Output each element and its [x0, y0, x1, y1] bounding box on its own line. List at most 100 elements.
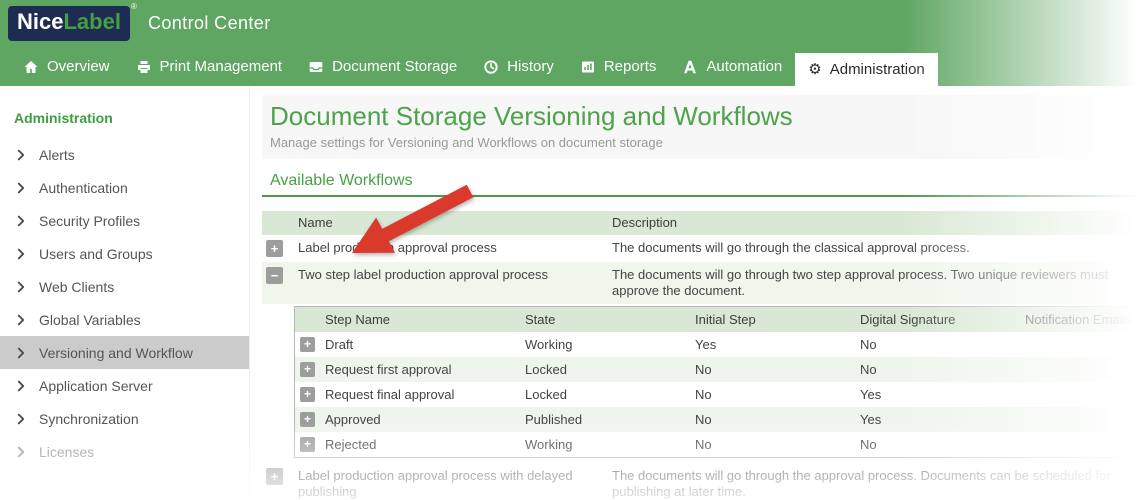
page-title: Document Storage Versioning and Workflow…: [270, 102, 1137, 132]
inbox-icon: [308, 59, 324, 75]
nav-item-automation[interactable]: Automation: [669, 47, 795, 86]
sidebar-title: Administration: [0, 104, 249, 138]
nav-item-history[interactable]: History: [470, 47, 567, 86]
chevron-right-icon: [14, 313, 28, 327]
nav-item-label: History: [507, 58, 554, 75]
automation-a-icon: [682, 59, 698, 75]
chevron-right-icon: [14, 214, 28, 228]
step-row: + Approved Published No Yes: [295, 407, 1136, 432]
sidebar-item-licenses[interactable]: Licenses: [0, 435, 249, 468]
description-column-header: Description: [612, 215, 1137, 230]
step-signature: No: [860, 337, 1025, 352]
clock-icon: [483, 59, 499, 75]
chevron-right-icon: [14, 148, 28, 162]
workflow-description: The documents will go through two step a…: [612, 267, 1137, 299]
collapse-icon[interactable]: −: [266, 267, 283, 284]
sidebar-item-label: Web Clients: [39, 279, 114, 295]
table-row-expanded: − Two step label production approval pro…: [262, 262, 1137, 304]
app-title: Control Center: [148, 13, 271, 34]
nav-item-label: Overview: [47, 58, 110, 75]
step-signature: No: [860, 362, 1025, 377]
gears-icon: ⚙: [808, 62, 821, 77]
sidebar-item-authentication[interactable]: Authentication: [0, 171, 249, 204]
step-signature: No: [860, 437, 1025, 452]
sidebar-item-alerts[interactable]: Alerts: [0, 138, 249, 171]
workflow-name: Label production approval process: [298, 240, 612, 256]
chevron-right-icon: [14, 379, 28, 393]
section-divider: [262, 195, 1137, 197]
sidebar-item-web-clients[interactable]: Web Clients: [0, 270, 249, 303]
sidebar-item-security-profiles[interactable]: Security Profiles: [0, 204, 249, 237]
step-initial: No: [695, 362, 860, 377]
sidebar-item-label: Versioning and Workflow: [39, 345, 193, 361]
expand-icon[interactable]: +: [300, 412, 315, 427]
step-name: Request final approval: [325, 387, 525, 402]
sidebar-item-application-server[interactable]: Application Server: [0, 369, 249, 402]
nav-item-label: Administration: [830, 61, 925, 78]
main-nav: Overview Print Management Document Stora…: [0, 47, 1137, 86]
expand-icon[interactable]: +: [300, 437, 315, 452]
sidebar-item-versioning-and-workflow[interactable]: Versioning and Workflow: [0, 336, 249, 369]
expand-icon[interactable]: +: [300, 337, 315, 352]
step-state: Published: [525, 412, 695, 427]
digital-signature-column-header: Digital Signature: [860, 312, 1025, 327]
sidebar-item-synchronization[interactable]: Synchronization: [0, 402, 249, 435]
step-row: + Rejected Working No No: [295, 432, 1136, 457]
step-name: Request first approval: [325, 362, 525, 377]
page-subtitle: Manage settings for Versioning and Workf…: [270, 135, 1137, 150]
step-initial: No: [695, 412, 860, 427]
section-title: Available Workflows: [262, 172, 1137, 190]
step-row: + Request final approval Locked No Yes: [295, 382, 1136, 407]
nav-item-label: Print Management: [160, 58, 283, 75]
step-state: Locked: [525, 387, 695, 402]
step-initial: No: [695, 437, 860, 452]
name-column-header: Name: [298, 215, 612, 230]
table-row: + Label production approval process The …: [262, 235, 1137, 262]
step-signature: Yes: [860, 412, 1025, 427]
expand-icon[interactable]: +: [266, 240, 283, 257]
step-state: Locked: [525, 362, 695, 377]
sidebar-item-label: Global Variables: [39, 312, 141, 328]
sidebar-item-label: Users and Groups: [39, 246, 153, 262]
nav-item-administration[interactable]: ⚙ Administration: [795, 53, 938, 86]
sidebar-item-label: Synchronization: [39, 411, 139, 427]
nav-item-print-management[interactable]: Print Management: [123, 47, 296, 86]
expand-icon[interactable]: +: [266, 468, 283, 485]
page-header: Document Storage Versioning and Workflow…: [262, 95, 1137, 159]
step-signature: Yes: [860, 387, 1025, 402]
sidebar-item-label: Licenses: [39, 444, 94, 460]
home-icon: [23, 59, 39, 75]
chevron-right-icon: [14, 445, 28, 459]
workflows-table: Name Description + Label production appr…: [262, 211, 1137, 500]
sidebar-item-label: Security Profiles: [39, 213, 140, 229]
initial-step-column-header: Initial Step: [695, 312, 860, 327]
notification-emails-column-header: Notification Emails: [1025, 312, 1136, 327]
step-name-column-header: Step Name: [325, 312, 525, 327]
sidebar-item-label: Authentication: [39, 180, 128, 196]
step-name: Approved: [325, 412, 525, 427]
nav-item-label: Automation: [706, 58, 782, 75]
nicelabel-logo: NiceLabel ®: [8, 6, 130, 40]
step-state: Working: [525, 437, 695, 452]
expand-icon[interactable]: +: [300, 387, 315, 402]
chevron-right-icon: [14, 412, 28, 426]
step-initial: Yes: [695, 337, 860, 352]
steps-table-header: Step Name State Initial Step Digital Sig…: [295, 307, 1136, 332]
nav-item-label: Reports: [604, 58, 657, 75]
chevron-right-icon: [14, 181, 28, 195]
workflow-name: Label production approval process with d…: [298, 468, 612, 500]
step-name: Draft: [325, 337, 525, 352]
expand-icon[interactable]: +: [300, 362, 315, 377]
nicelabel-control-center-window: NiceLabel ® Control Center Overview Prin…: [0, 0, 1137, 500]
sidebar-item-users-and-groups[interactable]: Users and Groups: [0, 237, 249, 270]
sidebar-item-label: Application Server: [39, 378, 153, 394]
nav-item-overview[interactable]: Overview: [10, 47, 123, 86]
sidebar: Administration Alerts Authentication Sec…: [0, 86, 250, 500]
sidebar-item-label: Alerts: [39, 147, 75, 163]
workflow-description: The documents will go through the classi…: [612, 240, 1137, 256]
registered-trademark: ®: [131, 2, 137, 12]
nav-item-document-storage[interactable]: Document Storage: [295, 47, 470, 86]
nav-item-reports[interactable]: Reports: [567, 47, 670, 86]
sidebar-item-global-variables[interactable]: Global Variables: [0, 303, 249, 336]
workflow-steps-panel: Step Name State Initial Step Digital Sig…: [294, 306, 1137, 458]
